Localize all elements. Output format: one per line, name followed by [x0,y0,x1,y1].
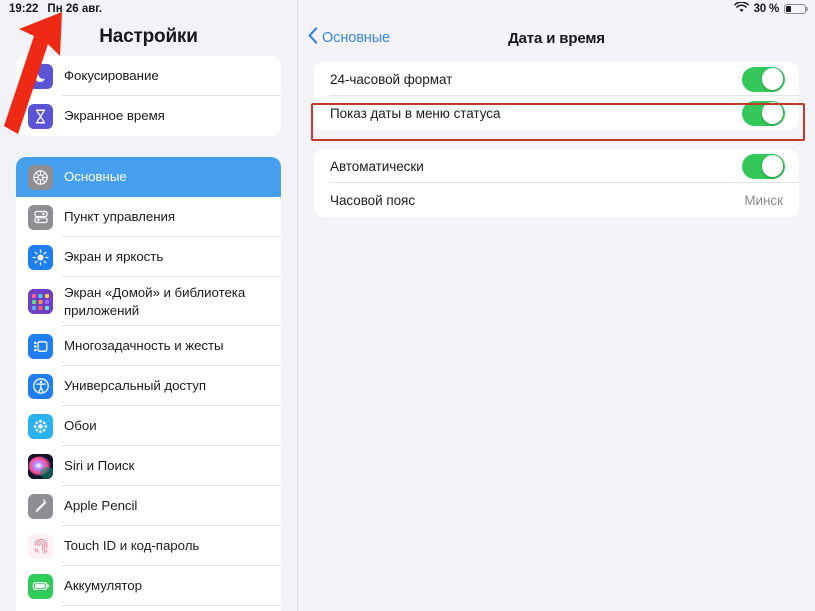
status-bar-time: 19:22 [9,3,39,15]
sidebar-item-label: Фокусирование [64,68,159,84]
time-zone-value: Минск [744,192,783,208]
sidebar-item-label: Touch ID и код-пароль [64,538,200,554]
status-bar-right: 30 % [733,1,806,16]
touch-id-icon [28,533,53,559]
page-title: Настройки [99,26,198,47]
sidebar-header: Настройки [0,18,297,56]
row-label: 24-часовой формат [330,71,453,87]
status-bar: 19:22 Пн 26 авг. 30 % [0,0,815,18]
row-time-zone[interactable]: Часовой пояс Минск [314,183,799,217]
wallpaper-icon [28,413,53,439]
back-button[interactable]: Основные [308,27,390,49]
siri-icon [28,453,53,479]
sidebar-item-apple-pencil[interactable]: Apple Pencil [16,486,281,526]
sidebar-item-label: Аккумулятор [64,578,142,594]
status-bar-left: 19:22 Пн 26 авг. [9,3,102,15]
sidebar-group-2: Основные Пункт управления Экран и яркост… [16,157,281,611]
sidebar-item-label: Универсальный доступ [64,378,206,394]
row-24-hour-format[interactable]: 24-часовой формат [314,62,799,96]
sidebar-item-multitasking[interactable]: Многозадачность и жесты [16,326,281,366]
sidebar-item-label: Apple Pencil [64,498,138,514]
detail-group-1: 24-часовой формат Показ даты в меню стат… [314,62,799,130]
sidebar-item-screen-time[interactable]: Экранное время [16,96,281,136]
row-show-date-in-status-bar[interactable]: Показ даты в меню статуса [314,96,799,130]
sidebar-item-label: Экран «Домой» и библиотека приложений [64,285,246,318]
focus-moon-icon [28,63,53,89]
wifi-icon [733,1,749,16]
sidebar-item-display-brightness[interactable]: Экран и яркость [16,237,281,277]
multitasking-icon [28,333,53,359]
detail-body: 24-часовой формат Показ даты в меню стат… [298,62,815,611]
row-label: Часовой пояс [330,192,416,208]
row-label: Показ даты в меню статуса [330,105,501,121]
control-center-icon [28,204,53,230]
sidebar-item-label: Основные [64,169,127,185]
sidebar-group-1: Фокусирование Экранное время [16,56,281,136]
battery-icon [28,573,53,599]
detail-group-2: Автоматически Часовой пояс Минск [314,149,799,217]
sidebar-item-wallpaper[interactable]: Обои [16,406,281,446]
ipad-settings-screen: 19:22 Пн 26 авг. 30 % Настройки Фокусиро… [0,0,815,611]
battery-percentage: 30 % [753,3,780,15]
sidebar-scroll-area[interactable]: Фокусирование Экранное время Основные Пу… [0,56,297,611]
home-screen-icon [28,289,53,314]
detail-panel: Дата и время Основные 24-часовой формат [297,0,815,611]
sidebar-item-label: Многозадачность и жесты [64,338,224,354]
sidebar-item-accessibility[interactable]: Универсальный доступ [16,366,281,406]
accessibility-icon [28,373,53,399]
row-label: Автоматически [330,158,424,174]
battery-icon [784,3,806,15]
sidebar-item-control-center[interactable]: Пункт управления [16,197,281,237]
sidebar-item-siri-search[interactable]: Siri и Поиск [16,446,281,486]
sidebar-item-focus[interactable]: Фокусирование [16,56,281,96]
detail-header: Дата и время Основные [298,18,815,58]
toggle-24-hour-format[interactable] [742,66,785,92]
sidebar-item-general[interactable]: Основные [16,157,281,197]
sidebar-item-privacy-security[interactable]: Конфиденциальность и безопасность [16,606,281,611]
sidebar-item-label: Экранное время [64,108,165,124]
toggle-set-automatically[interactable] [742,153,785,179]
sidebar-item-battery[interactable]: Аккумулятор [16,566,281,606]
sidebar-item-label: Siri и Поиск [64,458,135,474]
status-bar-date: Пн 26 авг. [47,3,103,15]
toggle-show-date-in-status-bar[interactable] [742,100,785,126]
chevron-left-icon [308,27,318,49]
row-set-automatically[interactable]: Автоматически [314,149,799,183]
sidebar-item-label: Экран и яркость [64,249,164,265]
brightness-icon [28,244,53,270]
pencil-icon [28,493,53,519]
sidebar-item-label: Обои [64,418,97,434]
sidebar-item-touch-id-passcode[interactable]: Touch ID и код-пароль [16,526,281,566]
back-button-label: Основные [322,30,390,46]
gear-icon [28,164,53,190]
hourglass-icon [28,103,53,129]
sidebar-item-label: Пункт управления [64,209,176,225]
sidebar-item-home-screen[interactable]: Экран «Домой» и библиотека приложений [16,277,281,326]
settings-sidebar: Настройки Фокусирование Экранное время О… [0,0,297,611]
